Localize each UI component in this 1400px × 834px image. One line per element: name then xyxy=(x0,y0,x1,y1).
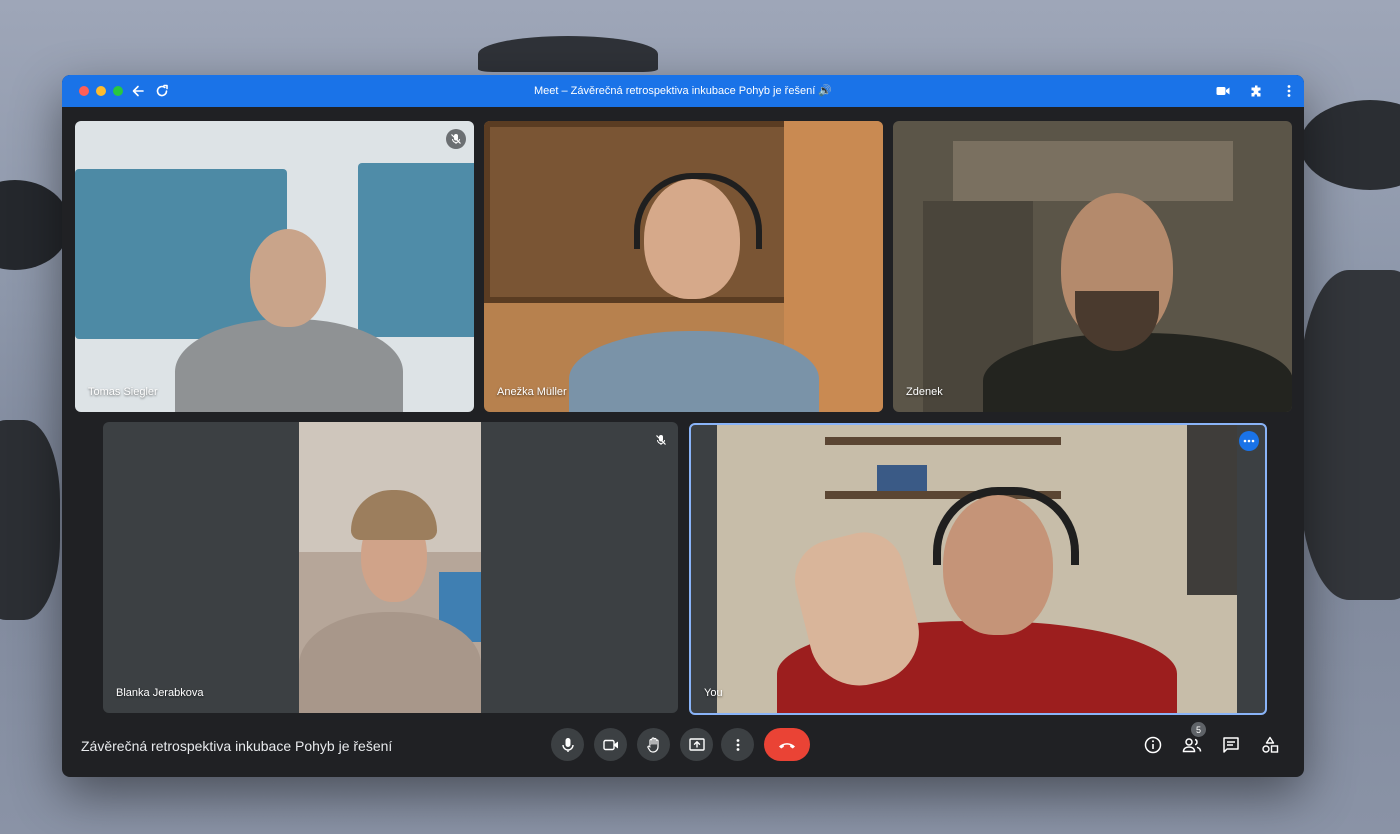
participant-name: You xyxy=(704,687,723,699)
participant-name: Anežka Müller xyxy=(497,386,567,398)
curtain-rail xyxy=(953,141,1233,201)
camera-icon[interactable] xyxy=(1213,81,1233,101)
activities-button[interactable] xyxy=(1259,734,1281,756)
self-view-tile[interactable]: You xyxy=(689,423,1267,715)
microphone-button[interactable] xyxy=(551,728,584,761)
participant-tile[interactable]: Blanka Jerabkova xyxy=(103,422,678,713)
window-title: Meet – Závěrečná retrospektiva inkubace … xyxy=(533,85,832,97)
title-bar: Meet – Závěrečná retrospektiva inkubace … xyxy=(62,75,1304,107)
chat-icon xyxy=(1223,737,1239,753)
participant-name: Tomas Siegler xyxy=(88,386,158,398)
meeting-title: Závěrečná retrospektiva inkubace Pohyb j… xyxy=(81,738,393,754)
participant-tile[interactable]: Zdenek xyxy=(893,121,1292,412)
microphone-icon xyxy=(561,737,574,752)
camera-icon xyxy=(602,739,618,750)
background-rock xyxy=(1300,100,1400,190)
participant-tile[interactable]: Tomas Siegler xyxy=(75,121,474,412)
muted-mic-icon xyxy=(446,129,466,149)
meeting-info-button[interactable] xyxy=(1142,734,1164,756)
background-rock xyxy=(0,180,70,270)
wall-panel xyxy=(358,163,474,337)
kebab-menu-icon[interactable] xyxy=(1279,81,1299,101)
person-silhouette xyxy=(299,612,481,713)
people-button[interactable] xyxy=(1181,734,1203,756)
background-rock xyxy=(1300,270,1400,600)
end-call-button[interactable] xyxy=(764,728,810,761)
books xyxy=(877,465,927,491)
more-options-button[interactable] xyxy=(721,728,754,761)
raise-hand-button[interactable] xyxy=(637,728,670,761)
more-options-icon xyxy=(736,738,739,751)
participant-name: Blanka Jerabkova xyxy=(116,687,204,699)
bookshelf xyxy=(825,437,1061,445)
activities-icon xyxy=(1262,736,1279,753)
present-screen-icon xyxy=(688,737,705,751)
muted-mic-icon xyxy=(651,430,671,450)
background-rock xyxy=(0,420,60,620)
participant-count-badge: 5 xyxy=(1191,722,1206,737)
person-silhouette xyxy=(175,319,403,412)
extensions-icon[interactable] xyxy=(1247,81,1267,101)
background-rock xyxy=(478,36,658,72)
info-icon xyxy=(1144,736,1162,754)
raise-hand-icon xyxy=(646,736,659,753)
participant-name: Zdenek xyxy=(906,386,943,398)
window xyxy=(1187,425,1237,595)
people-icon xyxy=(1182,738,1202,753)
chat-button[interactable] xyxy=(1220,734,1242,756)
person-silhouette xyxy=(569,331,819,412)
video-feed xyxy=(299,422,481,713)
camera-button[interactable] xyxy=(594,728,627,761)
more-options-icon[interactable] xyxy=(1239,431,1259,451)
video-feed xyxy=(717,425,1237,713)
participant-tile[interactable]: Anežka Müller xyxy=(484,121,883,412)
person-silhouette xyxy=(250,229,326,327)
browser-window: Meet – Závěrečná retrospektiva inkubace … xyxy=(62,75,1304,777)
end-call-icon xyxy=(779,742,795,748)
present-screen-button[interactable] xyxy=(680,728,713,761)
